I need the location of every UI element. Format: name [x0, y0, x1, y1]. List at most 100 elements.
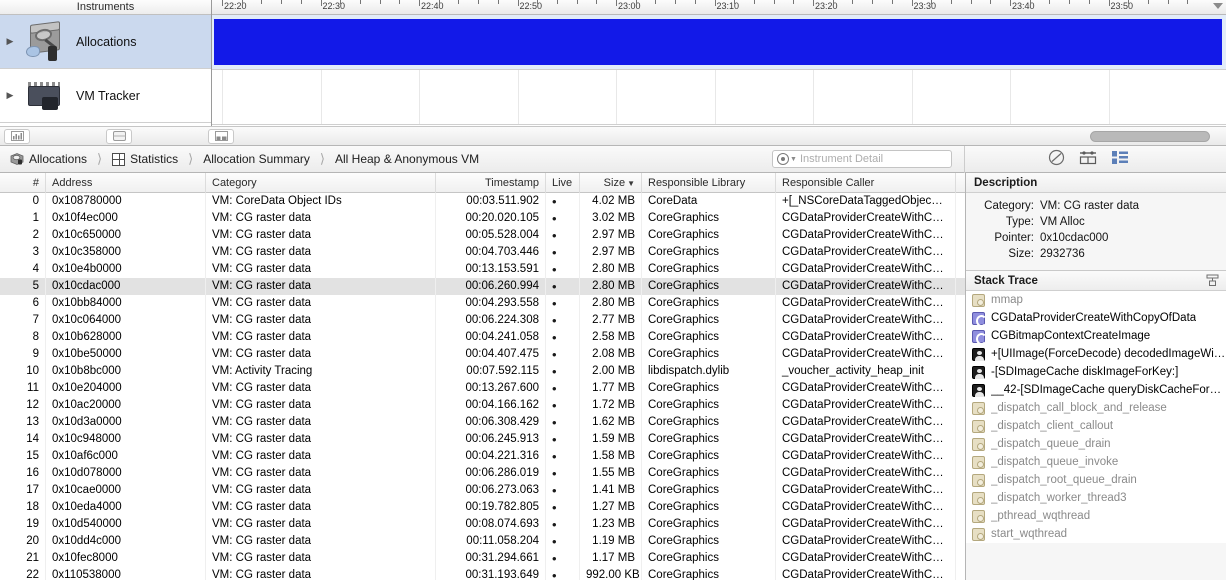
instrument-row-vm-tracker[interactable]: ▶ VM Tracker: [0, 69, 211, 123]
stack-frame-row[interactable]: _dispatch_queue_drain: [966, 435, 1226, 453]
table-row[interactable]: 9 0x10be50000 VM: CG raster data 00:04.407.…: [0, 346, 965, 363]
table-row[interactable]: 20 0x10dd4c000 VM: CG raster data 00:11.058…: [0, 533, 965, 550]
column-header-live[interactable]: Live: [546, 173, 580, 193]
column-header-address[interactable]: Address: [46, 173, 206, 193]
stack-frame-row[interactable]: +[UIImage(ForceDecode) decodedImageWi…: [966, 345, 1226, 363]
table-row[interactable]: 11 0x10e204000 VM: CG raster data 00:13.267…: [0, 380, 965, 397]
disclosure-triangle-icon[interactable]: ▶: [2, 90, 18, 101]
column-header-index[interactable]: #: [0, 173, 46, 193]
table-row[interactable]: 3 0x10c358000 VM: CG raster data 00:04.703.…: [0, 244, 965, 261]
toggle-detail-panel-button[interactable]: [106, 128, 132, 144]
cell-address: 0x10c650000: [46, 227, 206, 244]
timeline-track-allocations[interactable]: [212, 15, 1226, 70]
column-header-category[interactable]: Category: [206, 173, 436, 193]
column-header-timestamp[interactable]: Timestamp: [436, 173, 546, 193]
horizontal-scrollbar[interactable]: [1090, 131, 1210, 142]
track-view-icon[interactable]: [1079, 150, 1097, 168]
stack-frame-row[interactable]: -[SDImageCache diskImageForKey:]: [966, 363, 1226, 381]
cell-caller: CGDataProviderCreateWithC…: [776, 227, 956, 244]
stack-trace-options-icon[interactable]: [1206, 274, 1219, 287]
ruler-minor-tick: [793, 0, 795, 4]
live-marker-icon: •: [552, 347, 557, 362]
table-row[interactable]: 5 0x10cdac000 VM: CG raster data 00:06.260.…: [0, 278, 965, 295]
no-entry-icon[interactable]: [1048, 149, 1065, 169]
table-row[interactable]: 6 0x10bb84000 VM: CG raster data 00:04.293.…: [0, 295, 965, 312]
stack-frame-row[interactable]: _dispatch_worker_thread3: [966, 489, 1226, 507]
live-marker-icon: •: [552, 500, 557, 515]
column-header-library[interactable]: Responsible Library: [642, 173, 776, 193]
ruler-minor-tick: [1147, 0, 1149, 4]
ruler-tick: [813, 0, 814, 6]
stack-frame-row[interactable]: CGBitmapContextCreateImage: [966, 327, 1226, 345]
table-row[interactable]: 21 0x10fec8000 VM: CG raster data 00:31.294…: [0, 550, 965, 567]
table-row[interactable]: 1 0x10f4ec000 VM: CG raster data 00:20.020.…: [0, 210, 965, 227]
table-row[interactable]: 15 0x10af6c000 VM: CG raster data 00:04.221…: [0, 448, 965, 465]
system-library-icon: [972, 437, 985, 451]
cell-size: 1.62 MB: [580, 414, 642, 431]
timeline-ruler[interactable]: 22:20 22:30 22:40 22:50 23:00 23:10 23:20 23:30…: [212, 0, 1226, 15]
breadcrumb-item-statistics[interactable]: Statistics: [103, 146, 187, 173]
cell-size: 2.77 MB: [580, 312, 642, 329]
stack-frame-row[interactable]: _dispatch_queue_invoke: [966, 453, 1226, 471]
cell-size: 1.17 MB: [580, 550, 642, 567]
chevron-down-icon[interactable]: ▼: [790, 156, 797, 163]
disclosure-triangle-icon[interactable]: ▶: [2, 36, 18, 47]
stack-frame-row[interactable]: _pthread_wqthread: [966, 507, 1226, 525]
description-row: Category: VM: CG raster data: [974, 198, 1218, 214]
toggle-instruments-panel-button[interactable]: [4, 128, 30, 144]
timeline-gridline: [1010, 70, 1011, 124]
breadcrumb-item-all-heap-anonymous-vm[interactable]: All Heap & Anonymous VM: [326, 146, 488, 173]
table-row[interactable]: 22 0x110538000 VM: CG raster data 00:31.193…: [0, 567, 965, 580]
instrument-detail-search[interactable]: ▼ Instrument Detail: [772, 150, 952, 168]
ruler-tick-label: 22:30: [322, 1, 346, 11]
detail-view-icon[interactable]: [1111, 150, 1129, 168]
cell-address: 0x10ac20000: [46, 397, 206, 414]
table-row[interactable]: 4 0x10e4b0000 VM: CG raster data 00:13.153.…: [0, 261, 965, 278]
ruler-minor-tick: [497, 0, 499, 4]
cell-timestamp: 00:06.286.019: [436, 465, 546, 482]
ruler-tick-label: 22:20: [224, 1, 247, 11]
stack-frame-row[interactable]: mmap: [966, 291, 1226, 309]
table-row[interactable]: 14 0x10c948000 VM: CG raster data 00:06.245…: [0, 431, 965, 448]
toggle-extended-detail-button[interactable]: [208, 128, 234, 144]
table-row[interactable]: 8 0x10b628000 VM: CG raster data 00:04.241.…: [0, 329, 965, 346]
ruler-tick-label: 23:40: [1012, 1, 1035, 11]
cell-library: CoreGraphics: [642, 414, 776, 431]
breadcrumb-item-allocations[interactable]: Allocations: [0, 146, 96, 173]
breadcrumb-item-allocation-summary[interactable]: Allocation Summary: [194, 146, 319, 173]
stack-frame-row[interactable]: start_wqthread: [966, 525, 1226, 543]
ruler-minor-tick: [970, 0, 972, 4]
stack-frame-row[interactable]: CGDataProviderCreateWithCopyOfData: [966, 309, 1226, 327]
table-row[interactable]: 17 0x10cae0000 VM: CG raster data 00:06.273…: [0, 482, 965, 499]
timeline-track-vm-tracker[interactable]: [212, 70, 1226, 125]
table-row[interactable]: 2 0x10c650000 VM: CG raster data 00:05.528.…: [0, 227, 965, 244]
cell-live: •: [546, 244, 580, 261]
stack-frame-row[interactable]: __42-[SDImageCache queryDiskCacheFor…: [966, 381, 1226, 399]
column-header-size[interactable]: Size ▼: [580, 173, 642, 193]
table-row[interactable]: 7 0x10c064000 VM: CG raster data 00:06.224.…: [0, 312, 965, 329]
ruler-collapse-icon[interactable]: [1213, 3, 1223, 9]
table-row[interactable]: 19 0x10d540000 VM: CG raster data 00:08.074…: [0, 516, 965, 533]
cell-caller: CGDataProviderCreateWithC…: [776, 533, 956, 550]
table-row[interactable]: 16 0x10d078000 VM: CG raster data 00:06.286…: [0, 465, 965, 482]
cell-live: •: [546, 414, 580, 431]
stack-frame-row[interactable]: _dispatch_client_callout: [966, 417, 1226, 435]
table-row[interactable]: 0 0x108780000 VM: CoreData Object IDs 00:03…: [0, 193, 965, 210]
cell-caller: +[_NSCoreDataTaggedObjec…: [776, 193, 956, 210]
stack-frame-row[interactable]: _dispatch_root_queue_drain: [966, 471, 1226, 489]
cell-category: VM: CG raster data: [206, 329, 436, 346]
cell-category: VM: CG raster data: [206, 244, 436, 261]
live-marker-icon: •: [552, 517, 557, 532]
cell-size: 3.02 MB: [580, 210, 642, 227]
pane-right-icon: [214, 131, 228, 141]
instrument-row-allocations[interactable]: ▶ Allocations: [0, 15, 211, 69]
stack-frame-row[interactable]: _dispatch_call_block_and_release: [966, 399, 1226, 417]
table-row[interactable]: 12 0x10ac20000 VM: CG raster data 00:04.166…: [0, 397, 965, 414]
cell-library: CoreGraphics: [642, 346, 776, 363]
table-row[interactable]: 18 0x10eda4000 VM: CG raster data 00:19.782…: [0, 499, 965, 516]
ruler-tick-label: 22:40: [421, 1, 444, 11]
table-row[interactable]: 13 0x10d3a0000 VM: CG raster data 00:06.308…: [0, 414, 965, 431]
table-row[interactable]: 10 0x10b8bc000 VM: Activity Tracing 00:07.5…: [0, 363, 965, 380]
cell-library: libdispatch.dylib: [642, 363, 776, 380]
column-header-caller[interactable]: Responsible Caller: [776, 173, 956, 193]
